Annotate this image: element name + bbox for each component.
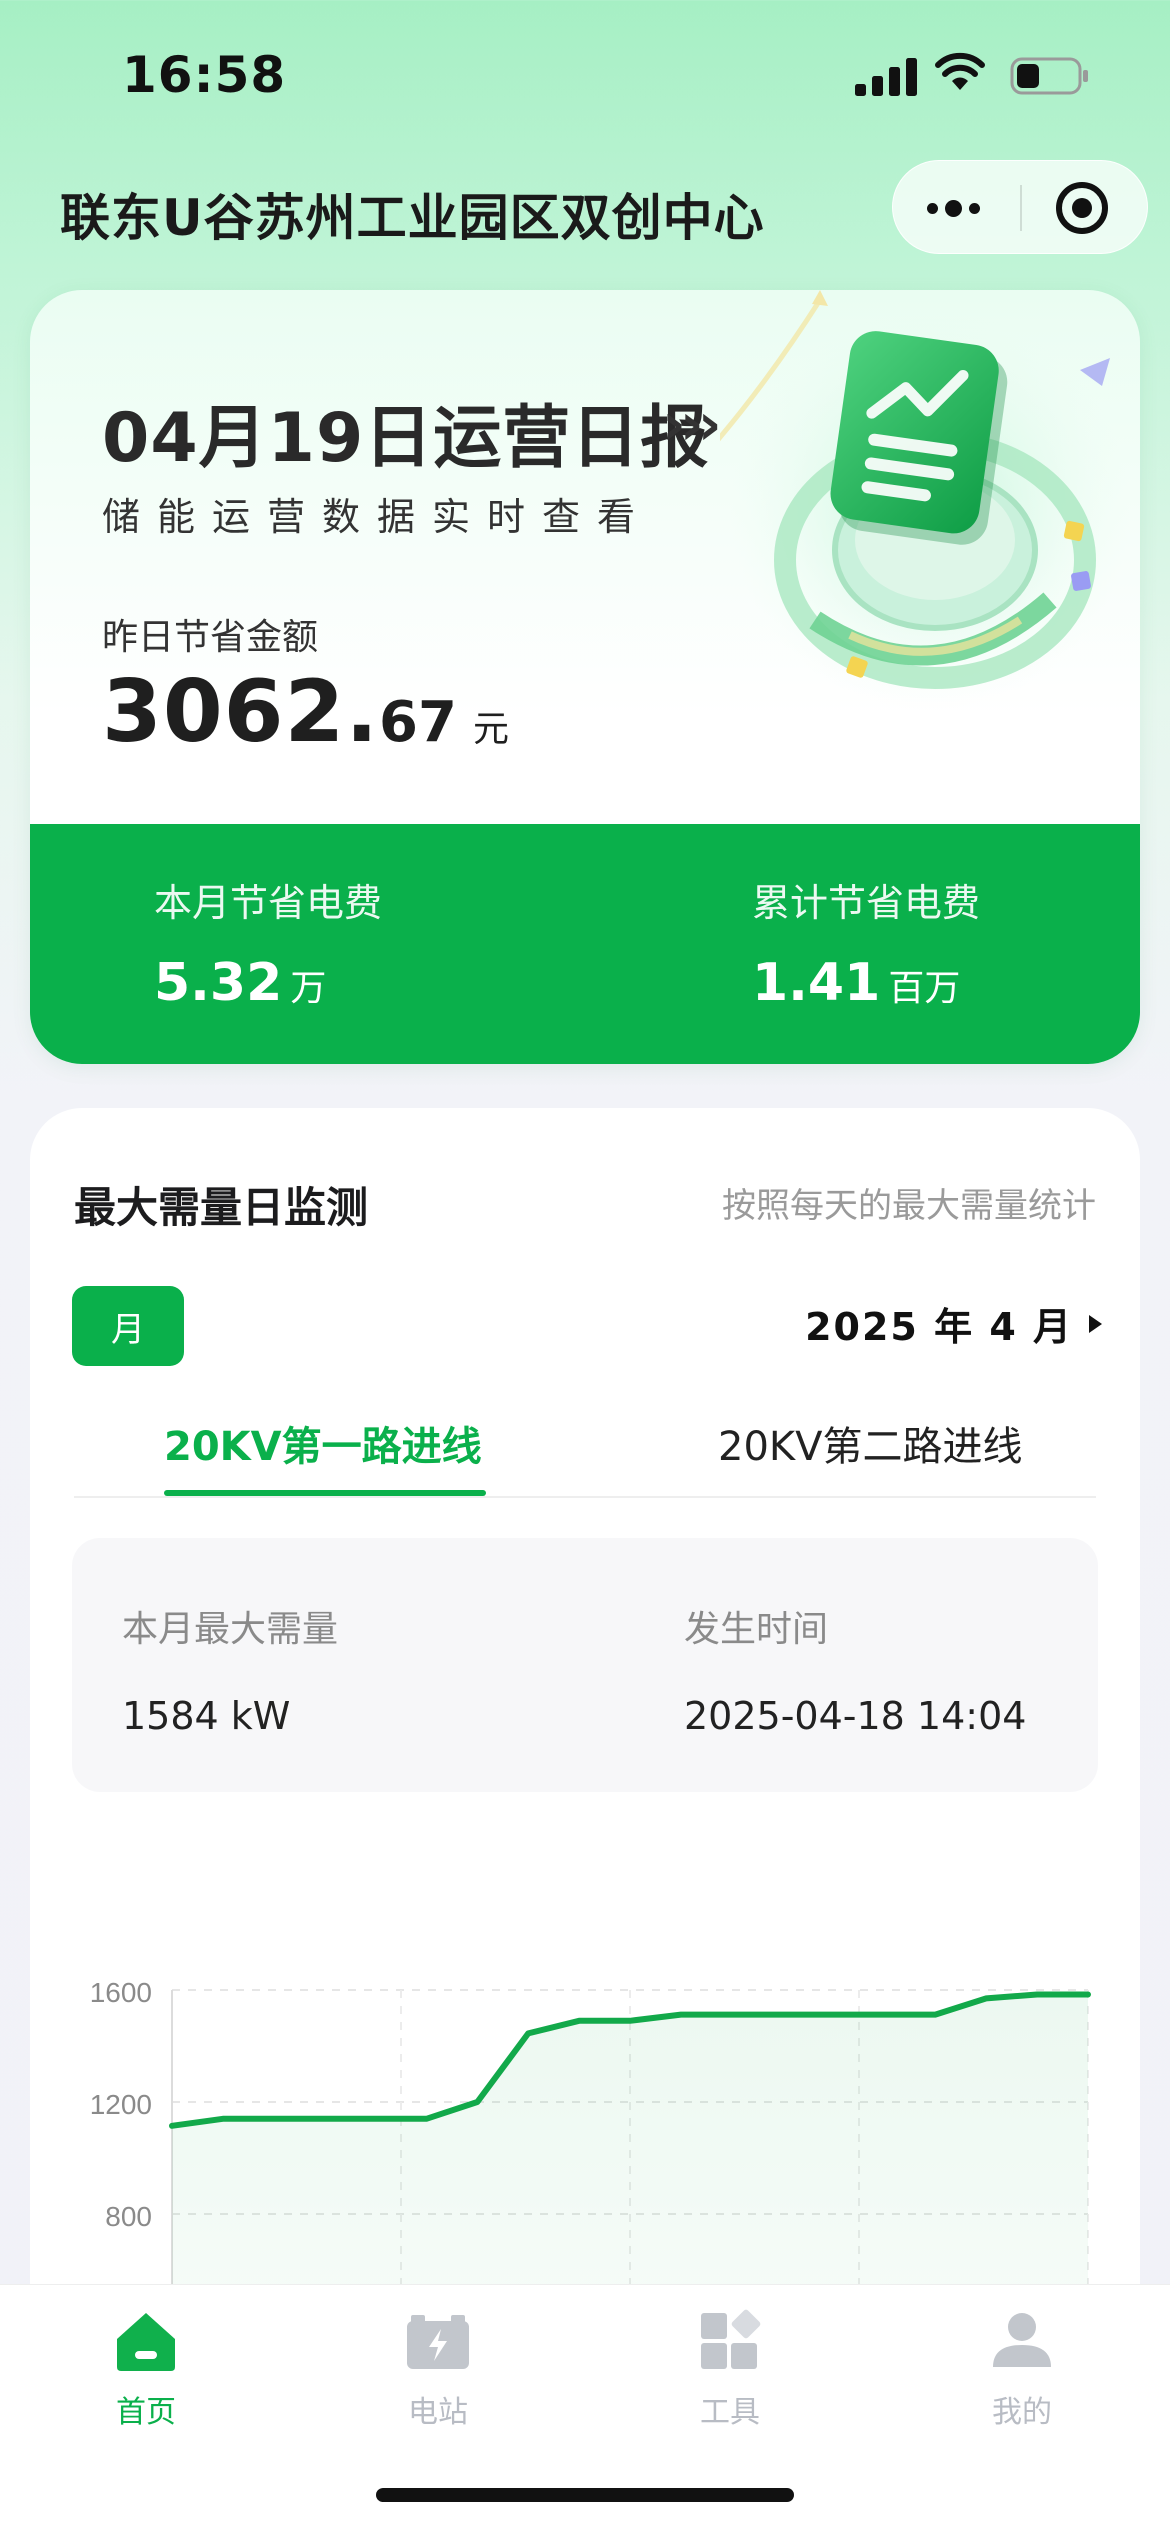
nav-home[interactable]: 首页 [46,2305,246,2445]
home-icon [117,2313,175,2371]
battery-icon [1010,57,1088,95]
daily-report-card[interactable]: 04月19日运营日报 ››› 储能运营数据实时查看 昨日节省金额 3062.67… [30,290,1140,1064]
yesterday-saved-label: 昨日节省金额 [102,617,319,658]
chevron-right-triple-icon[interactable]: ››› [662,390,722,458]
total-savings: 累计节省电费 1.41 百万 [752,872,980,1013]
battery-station-icon [407,2315,469,2369]
savings-summary-band: 本月节省电费 5.32 万 累计节省电费 1.41 百万 [30,824,1140,1064]
yesterday-saved-decimal: 67 [379,690,457,755]
nav-tools-label: 工具 [700,2395,760,2430]
section-hint: 按照每天的最大需量统计 [722,1186,1096,1226]
report-chart-illustration [720,290,1130,710]
monthly-savings-value: 5.32 万 [154,953,382,1013]
tab-line-1[interactable]: 20KV第一路进线 [164,1414,482,1472]
monthly-savings-unit: 万 [290,968,327,1009]
yesterday-saved-unit: 元 [472,709,509,750]
total-savings-number: 1.41 [752,953,881,1013]
user-icon [993,2313,1051,2367]
status-time: 16:58 [122,46,287,104]
report-title: 04月19日运营日报 [102,399,710,478]
mini-program-capsule [892,160,1148,254]
y-tick-label: 1200 [90,2089,152,2120]
max-demand-label: 本月最大需量 [122,1609,339,1650]
nav-station[interactable]: 电站 [338,2305,538,2445]
nav-mine-label: 我的 [992,2395,1052,2430]
y-tick-label: 1600 [90,1977,152,2008]
page-title: 联东U谷苏州工业园区双创中心 [60,189,765,247]
monthly-savings-number: 5.32 [154,953,283,1013]
capsule-divider [1020,185,1022,231]
total-savings-value: 1.41 百万 [752,953,980,1013]
occurrence-time-stat: 发生时间 2025-04-18 14:04 [684,1600,1026,1738]
monthly-savings-label: 本月节省电费 [154,881,383,925]
close-mini-program-button[interactable] [1056,182,1108,234]
month-picker-label: 2025 年 4 月 [805,1305,1073,1349]
yesterday-saved-value: 3062.67 元 [102,662,509,762]
cellular-signal-icon [855,58,917,96]
max-demand-value: 1584 kW [122,1694,291,1738]
nav-home-label: 首页 [116,2395,176,2430]
occurrence-time-label: 发生时间 [684,1609,829,1650]
nav-tools[interactable]: 工具 [630,2305,830,2445]
max-demand-stats: 本月最大需量 1584 kW 发生时间 2025-04-18 14:04 [72,1538,1098,1792]
status-bar: 16:58 [0,0,1170,150]
nav-station-label: 电站 [408,2395,468,2430]
tab-line-2[interactable]: 20KV第二路进线 [718,1414,1023,1472]
more-options-button[interactable] [913,181,993,235]
monthly-savings: 本月节省电费 5.32 万 [154,872,382,1013]
total-savings-label: 累计节省电费 [752,881,981,925]
month-picker[interactable]: 2025 年 4 月 [805,1296,1102,1351]
section-title: 最大需量日监测 [74,1183,369,1232]
occurrence-time-value: 2025-04-18 14:04 [684,1694,1027,1738]
wifi-icon [935,52,985,90]
active-tab-indicator [164,1490,486,1496]
home-indicator [376,2488,794,2502]
yesterday-saved-integer: 3062. [102,662,380,762]
period-month-button[interactable]: 月 [72,1286,184,1366]
tools-icon [701,2309,761,2369]
caret-right-icon [1089,1314,1102,1333]
y-tick-label: 800 [105,2201,152,2232]
total-savings-unit: 百万 [888,968,961,1009]
line-tabs: 20KV第一路进线 20KV第二路进线 [74,1398,1096,1498]
max-demand-stat: 本月最大需量 1584 kW [122,1600,338,1738]
nav-mine[interactable]: 我的 [922,2305,1122,2445]
report-subtitle: 储能运营数据实时查看 [102,495,653,539]
